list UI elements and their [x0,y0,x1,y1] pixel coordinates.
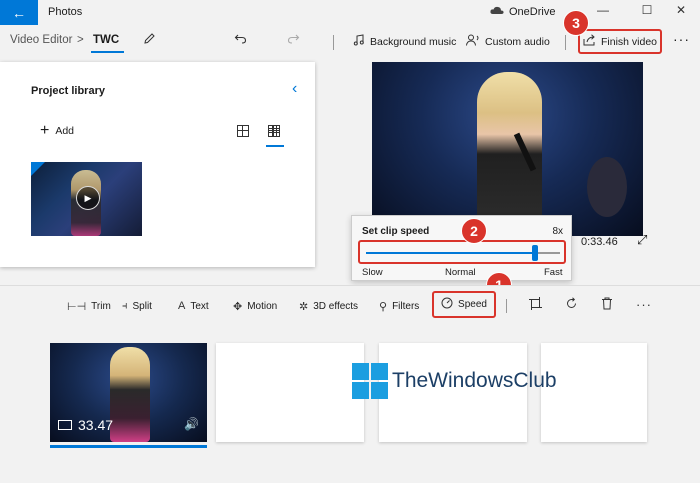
split-button[interactable]: ⫞ Split [122,300,152,313]
finish-video-label: Finish video [600,35,658,48]
clip-speed-value: 8x [552,226,563,237]
clip-speed-title: Set clip speed [362,226,430,237]
large-grid-view-icon[interactable] [237,125,249,137]
trim-label: Trim [91,301,111,312]
minimize-button[interactable]: — [588,3,618,17]
expand-icon[interactable]: ⤢ [637,232,647,248]
custom-audio-button[interactable]: Custom audio [466,34,550,49]
more-options-button[interactable]: ··· [673,31,690,47]
title-bar: ← Photos OneDrive — ☐ ✕ [0,0,700,25]
step-badge-3: 3 [563,10,589,36]
3d-effects-icon: ✲ [299,301,309,313]
breadcrumb-underline [91,51,124,53]
preview-guitar [587,157,627,217]
person-audio-icon [466,34,480,49]
selected-clip-underline [50,445,207,448]
close-button[interactable]: ✕ [666,3,696,17]
play-icon: ▶ [76,186,100,210]
library-video-thumbnail[interactable]: ▶ [31,162,142,236]
undo-icon[interactable] [234,32,247,48]
add-label: Add [55,125,75,137]
music-note-icon [353,34,365,49]
text-icon: A [178,300,186,312]
trim-button[interactable]: ⊢⊣ Trim [67,300,111,313]
motion-icon: ✥ [233,301,243,313]
add-button[interactable]: + Add [40,122,75,139]
preview-duration: 0:33.46 [581,236,618,248]
rotate-icon[interactable] [565,297,578,313]
speed-fast-label: Fast [544,267,563,278]
background-music-button[interactable]: Background music [353,34,456,49]
plus-icon: + [40,122,50,139]
breadcrumb-separator: > [77,34,84,46]
crop-icon[interactable] [529,297,542,313]
pencil-icon[interactable] [143,32,156,48]
collapse-chevron-icon[interactable]: ‹ [292,80,297,98]
onedrive-label: OneDrive [509,6,556,18]
watermark: TheWindowsClub [352,363,557,399]
storyboard-clip[interactable]: 33.47 🔊 [50,343,207,442]
filters-label: Filters [392,301,420,312]
speed-label: Speed [458,299,487,310]
speed-button[interactable]: Speed [432,291,496,318]
export-icon [583,34,596,49]
project-library-title: Project library [31,85,105,97]
text-button[interactable]: A Text [178,300,209,312]
speed-normal-label: Normal [445,267,476,278]
3d-effects-label: 3D effects [313,301,359,312]
speed-slider[interactable] [358,240,566,264]
speed-slow-label: Slow [362,267,383,278]
onedrive-status[interactable]: OneDrive [490,6,555,18]
motion-label: Motion [247,301,278,312]
app-title: Photos [48,6,83,18]
redo-icon[interactable] [287,32,300,48]
background-music-label: Background music [370,35,457,48]
slider-thumb[interactable] [531,245,538,261]
clip-thumbnail-image [110,347,150,442]
editor-toolbar: Video Editor > TWC Background music Cust… [0,26,700,56]
clip-duration: 33.47 [58,417,113,433]
3d-effects-button[interactable]: ✲ 3D effects [299,300,358,313]
trim-icon: ⊢⊣ [67,301,87,313]
project-library-panel: Project library ‹ + Add ▶ [0,62,315,267]
step-badge-2: 2 [461,218,487,244]
volume-icon[interactable]: 🔊 [184,417,199,431]
clip-duration-value: 33.47 [78,417,114,433]
split-label: Split [132,301,152,312]
text-label: Text [190,300,209,312]
delete-icon[interactable] [601,297,613,313]
storyboard-panel: ⊢⊣ Trim ⫞ Split A Text ✥ Motion ✲ 3D eff… [0,286,700,483]
toolbar-divider [565,35,566,50]
storyboard-more-button[interactable]: ··· [636,297,652,312]
back-button[interactable]: ← [0,0,38,25]
filters-button[interactable]: ⚲ Filters [379,300,419,313]
preview-performer [477,72,542,236]
slider-fill [366,252,535,254]
motion-button[interactable]: ✥ Motion [233,300,277,313]
breadcrumb-video-editor[interactable]: Video Editor [10,34,72,46]
small-grid-view-icon[interactable] [268,125,280,137]
finish-video-button[interactable]: Finish video [578,29,662,54]
watermark-logo [352,363,388,399]
storyboard-divider-line [506,299,507,313]
video-preview[interactable] [372,62,643,236]
back-arrow-icon: ← [12,4,26,21]
split-icon: ⫞ [122,300,128,312]
maximize-button[interactable]: ☐ [632,3,662,17]
in-use-marker [31,162,45,176]
toolbar-divider [333,35,334,50]
filters-icon: ⚲ [379,301,388,313]
empty-clip-slot[interactable] [541,343,647,442]
empty-clip-slot[interactable] [216,343,364,442]
view-selected-underline [266,145,284,147]
custom-audio-label: Custom audio [485,35,550,48]
film-icon [58,420,72,430]
watermark-text: TheWindowsClub [392,369,557,392]
speedometer-icon [441,297,453,312]
breadcrumb-project-name: TWC [93,34,120,46]
cloud-icon [490,6,504,18]
